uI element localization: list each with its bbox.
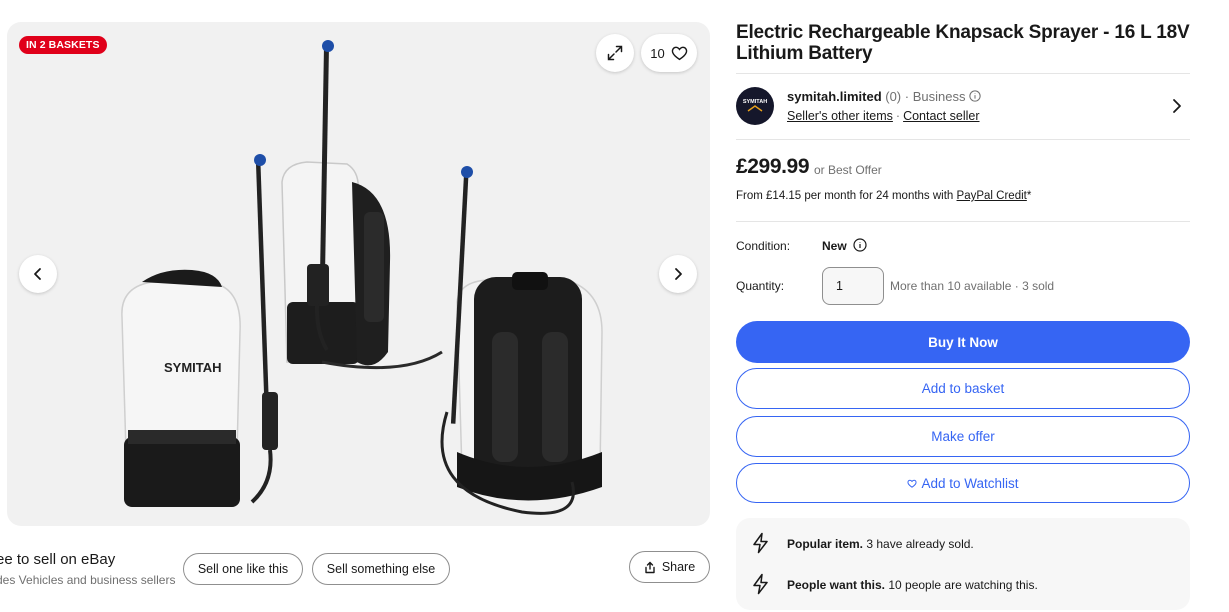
finance-text: From £14.15 per month for 24 months with: [736, 190, 957, 202]
sell-one-like-this-button[interactable]: Sell one like this: [183, 553, 303, 585]
seller-logo-text: SYMITAH: [743, 99, 767, 105]
chevron-left-icon: [34, 268, 41, 280]
product-image: SYMITAH: [121, 40, 603, 515]
seller-meta: (0) · Business: [881, 89, 966, 104]
heart-icon: [671, 46, 687, 61]
next-image-button[interactable]: [659, 255, 697, 293]
listing-page: IN 2 BASKETS 10 SYMITAH ee to sell on eB…: [0, 0, 1229, 612]
sellers-other-items-link[interactable]: Seller's other items: [787, 109, 893, 123]
item-price: £299.99: [736, 155, 810, 178]
listing-title: Electric Rechargeable Knapsack Sprayer -…: [736, 22, 1190, 64]
in-baskets-badge: IN 2 BASKETS: [19, 36, 107, 54]
signal-text: 10 people are watching this.: [885, 578, 1038, 592]
separator: ·: [895, 109, 901, 123]
signal-popular-item: Popular item. 3 have already sold.: [787, 537, 974, 551]
chevron-right-icon[interactable]: [1170, 98, 1184, 114]
purchase-signals: Popular item. 3 have already sold. Peopl…: [736, 518, 1190, 610]
divider: [736, 73, 1190, 74]
make-offer-button[interactable]: Make offer: [736, 416, 1190, 457]
image-gallery[interactable]: IN 2 BASKETS 10 SYMITAH: [7, 22, 710, 526]
add-to-watchlist-button[interactable]: Add to Watchlist: [736, 463, 1190, 503]
sell-promo-subtitle: des Vehicles and business sellers: [0, 573, 176, 587]
signal-title: Popular item.: [787, 537, 864, 551]
finance-offer: From £14.15 per month for 24 months with…: [736, 190, 1031, 202]
condition-label: Condition:: [736, 239, 791, 253]
watch-count-button[interactable]: 10: [641, 34, 697, 72]
quantity-label: Quantity:: [736, 279, 785, 293]
add-to-watchlist-label: Add to Watchlist: [921, 475, 1019, 491]
info-icon[interactable]: [853, 238, 867, 252]
watch-count: 10: [650, 45, 665, 61]
finance-asterisk: *: [1026, 190, 1032, 202]
quantity-availability: More than 10 available · 3 sold: [890, 279, 1055, 293]
info-icon[interactable]: [969, 90, 981, 102]
previous-image-button[interactable]: [19, 255, 57, 293]
share-icon: [645, 561, 655, 573]
signal-text: 3 have already sold.: [863, 537, 974, 551]
add-to-basket-button[interactable]: Add to basket: [736, 368, 1190, 409]
sprayer-front-view: SYMITAH: [121, 154, 278, 507]
best-offer-label: or Best Offer: [814, 163, 882, 177]
contact-seller-link[interactable]: Contact seller: [903, 109, 979, 123]
paypal-credit-link[interactable]: PayPal Credit: [957, 190, 1027, 202]
sprayer-side-view: [281, 40, 443, 370]
seller-links: Seller's other items · Contact seller: [787, 109, 980, 123]
divider: [736, 221, 1190, 222]
product-brand-text: SYMITAH: [164, 360, 222, 375]
seller-avatar[interactable]: SYMITAH: [736, 87, 774, 125]
lightning-icon: [753, 532, 768, 554]
sell-something-else-button[interactable]: Sell something else: [312, 553, 450, 585]
signal-people-watching: People want this. 10 people are watching…: [787, 578, 1038, 592]
divider: [736, 139, 1190, 140]
quantity-input[interactable]: 1: [822, 267, 884, 305]
heart-icon: [907, 479, 918, 488]
sell-promo-title: ee to sell on eBay: [0, 551, 116, 568]
seller-logo-icon: SYMITAH: [737, 88, 773, 124]
condition-value: New: [822, 239, 847, 253]
share-label: Share: [661, 560, 696, 574]
seller-name[interactable]: symitah.limited (0) · Business: [787, 89, 981, 104]
share-button[interactable]: Share: [629, 551, 710, 583]
signal-title: People want this.: [787, 578, 886, 592]
seller-name-text[interactable]: symitah.limited: [787, 89, 882, 104]
chevron-right-icon: [675, 268, 682, 280]
buy-it-now-button[interactable]: Buy It Now: [736, 321, 1190, 363]
sprayer-back-view: [440, 166, 603, 515]
lightning-icon: [753, 573, 768, 595]
